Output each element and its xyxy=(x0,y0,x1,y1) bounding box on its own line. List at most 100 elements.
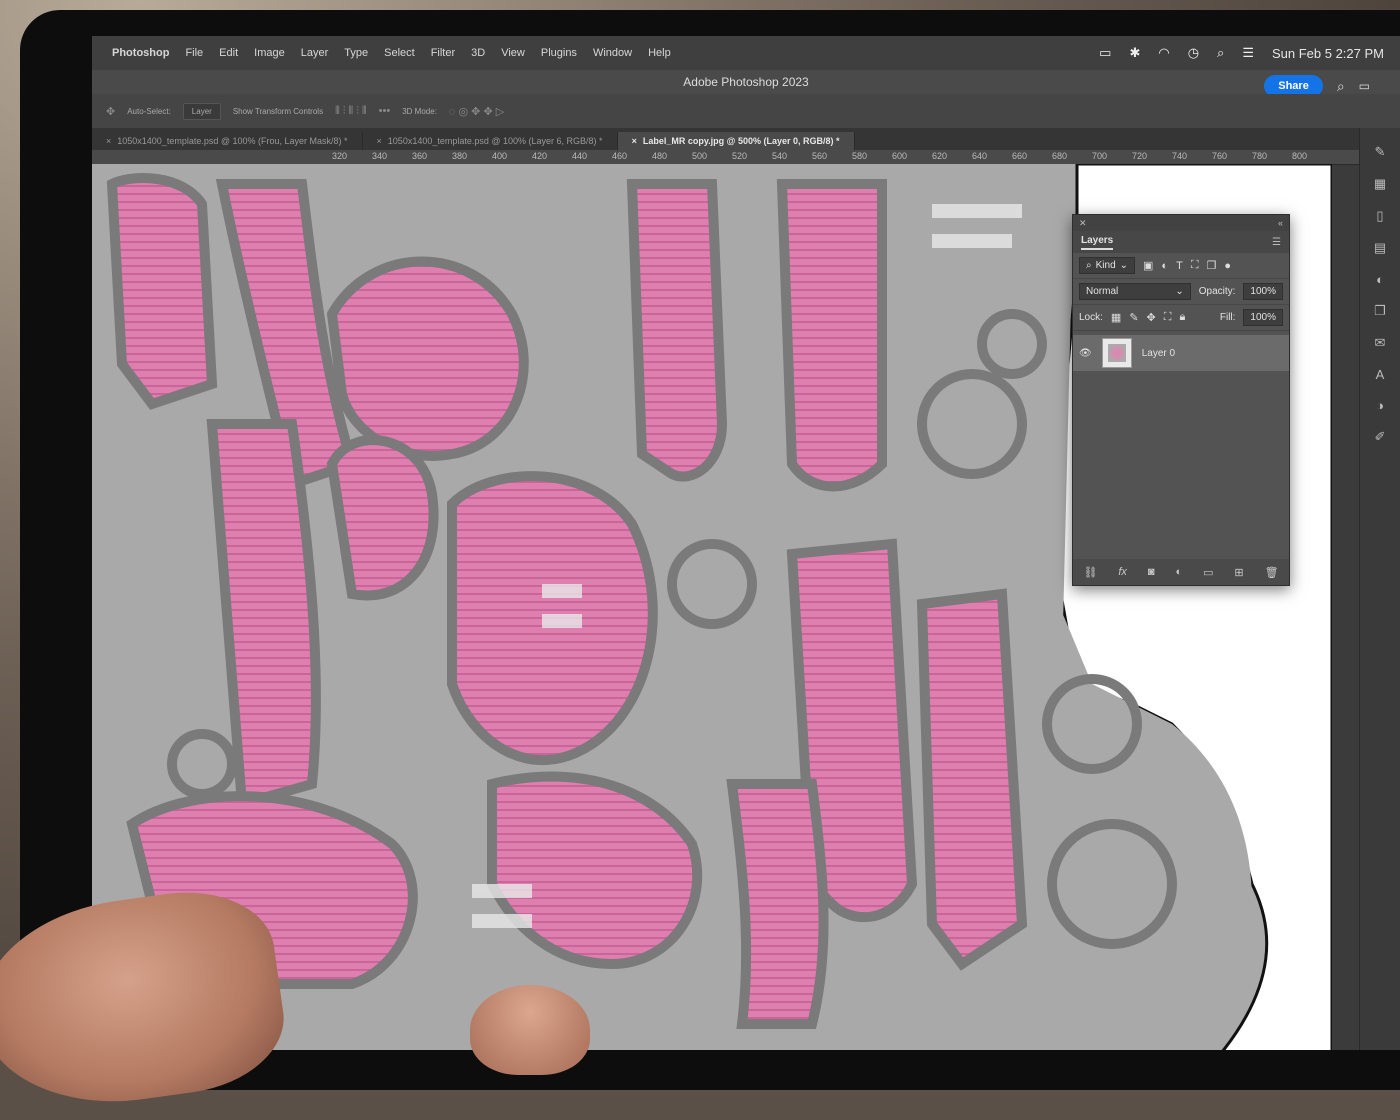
collapse-icon[interactable]: « xyxy=(1278,218,1283,228)
wifi-icon[interactable]: ◠ xyxy=(1158,45,1169,61)
menu-window[interactable]: Window xyxy=(593,47,632,59)
transform-controls-toggle[interactable]: Show Transform Controls xyxy=(233,107,323,116)
menu-layer[interactable]: Layer xyxy=(301,47,329,59)
shape-filter-icon[interactable]: ⛶ xyxy=(1191,259,1199,272)
fx-icon[interactable]: fx xyxy=(1118,566,1127,578)
battery-icon[interactable]: ▭ xyxy=(1099,45,1111,61)
close-icon[interactable]: × xyxy=(377,136,382,146)
page-icon[interactable]: ▯ xyxy=(1360,208,1400,224)
letter-stroke xyxy=(106,173,218,410)
highlight xyxy=(932,204,1022,218)
move-tool-icon[interactable]: ✥ xyxy=(106,105,115,118)
brush-icon[interactable]: ✎ xyxy=(1360,144,1400,160)
opacity-label: Opacity: xyxy=(1198,286,1236,297)
layers-panel: ✕ « Layers ☰ ⌕ Kind ⌄ ▣ ◐ T ⛶ ❐ ● Normal ⌄ … xyxy=(1072,214,1290,586)
3d-tools-icons[interactable]: ◌ ◎ ✥ ✥ ▷ xyxy=(449,105,504,118)
ruler-tick-label: 600 xyxy=(892,151,908,161)
image-filter-icon[interactable]: ▣ xyxy=(1143,259,1153,272)
menu-type[interactable]: Type xyxy=(344,47,368,59)
control-center-icon[interactable]: ☰ xyxy=(1242,45,1254,61)
adjust-icon[interactable]: ◐ xyxy=(1360,272,1400,287)
3d-mode-label: 3D Mode: xyxy=(402,106,437,116)
menu-filter[interactable]: Filter xyxy=(431,47,455,59)
horizontal-ruler[interactable]: 320 340 360 380 400 420 440 460 480 500 520 540 560 5… xyxy=(92,150,1400,165)
panel-menu-icon[interactable]: ☰ xyxy=(1272,237,1281,248)
blend-mode-select[interactable]: Normal ⌄ xyxy=(1079,283,1191,300)
ruler-tick-label: 780 xyxy=(1252,151,1268,161)
ruler-tick-label: 440 xyxy=(572,151,588,161)
smart-filter-icon[interactable]: ❐ xyxy=(1207,259,1217,272)
trash-icon[interactable]: 🗑︎ xyxy=(1265,566,1279,579)
ruler-tick-label: 360 xyxy=(412,151,428,161)
lock-position-icon[interactable]: ✥ xyxy=(1147,311,1156,324)
more-icon[interactable]: ••• xyxy=(379,105,391,117)
adjustment-icon[interactable]: ◐ xyxy=(1175,566,1182,578)
color-icon[interactable]: ◑ xyxy=(1360,398,1400,413)
menu-help[interactable]: Help xyxy=(648,47,671,59)
close-icon[interactable]: × xyxy=(106,136,111,146)
lock-row: Lock: ▦ ✎ ✥ ⛶ 🔒︎ Fill: 100% xyxy=(1073,305,1289,331)
menu-3d[interactable]: 3D xyxy=(471,47,485,59)
blend-value: Normal xyxy=(1086,286,1119,297)
copy-icon[interactable]: ❐ xyxy=(1360,303,1400,319)
adjustment-filter-icon[interactable]: ◐ xyxy=(1161,260,1168,272)
menu-select[interactable]: Select xyxy=(384,47,415,59)
lock-artboard-icon[interactable]: ⛶ xyxy=(1164,311,1172,324)
tab-doc-3[interactable]: × Label_MR copy.jpg @ 500% (Layer 0, RGB/… xyxy=(617,132,855,150)
layers-tab[interactable]: Layers xyxy=(1081,235,1114,250)
laptop-screen: Photoshop File Edit Image Layer Type Sel… xyxy=(92,36,1400,1050)
ruler-tick-label: 420 xyxy=(532,151,548,161)
tab-label: 1050x1400_template.psd @ 100% (Layer 6, … xyxy=(387,136,603,146)
menu-plugins[interactable]: Plugins xyxy=(541,47,577,59)
menu-file[interactable]: File xyxy=(185,47,203,59)
highlight xyxy=(472,884,532,898)
search-icon: ⌕ xyxy=(1086,260,1092,271)
menu-items: Photoshop File Edit Image Layer Type Sel… xyxy=(92,47,671,59)
fill-input[interactable]: 100% xyxy=(1243,309,1283,326)
tab-label: Label_MR copy.jpg @ 500% (Layer 0, RGB/8… xyxy=(642,136,840,146)
menubar-datetime[interactable]: Sun Feb 5 2:27 PM xyxy=(1272,46,1384,61)
highlight xyxy=(932,234,1012,248)
close-icon[interactable]: × xyxy=(632,136,637,146)
visibility-eye-icon[interactable]: 👁︎ xyxy=(1079,348,1092,359)
folder-icon[interactable]: ▭ xyxy=(1203,566,1213,579)
layer-thumbnail xyxy=(1101,338,1132,368)
new-layer-icon[interactable]: ⊞ xyxy=(1234,566,1243,579)
ruler-tick-label: 680 xyxy=(1052,151,1068,161)
target-select[interactable]: Layer xyxy=(182,102,221,120)
highlight xyxy=(472,914,532,928)
type-filter-icon[interactable]: T xyxy=(1176,260,1183,272)
ruler-tick-label: 560 xyxy=(812,151,828,161)
comment-icon[interactable]: ✉ xyxy=(1360,335,1400,351)
ruler-tick-label: 760 xyxy=(1212,151,1228,161)
filter-toggle-icon[interactable]: ● xyxy=(1224,260,1231,272)
letter-stroke xyxy=(776,179,887,492)
auto-select-label[interactable]: Auto-Select: xyxy=(127,107,171,116)
letter-u xyxy=(726,779,829,1029)
highlight xyxy=(542,584,582,598)
align-icons[interactable]: ⫴ ⫶ ⫴ ⫶ ⫴ xyxy=(335,105,367,118)
table-icon[interactable]: ▤ xyxy=(1360,240,1400,256)
path-icon[interactable]: ✐ xyxy=(1360,429,1400,445)
layer-row[interactable]: 👁︎ Layer 0 xyxy=(1073,335,1289,371)
lock-transparency-icon[interactable]: ▦ xyxy=(1111,311,1121,324)
menu-view[interactable]: View xyxy=(501,47,525,59)
mask-icon[interactable]: ◙ xyxy=(1148,566,1155,578)
menu-edit[interactable]: Edit xyxy=(219,47,238,59)
filter-kind-select[interactable]: ⌕ Kind ⌄ xyxy=(1079,257,1136,274)
menu-image[interactable]: Image xyxy=(254,47,285,59)
grid-icon[interactable]: ▦ xyxy=(1360,176,1400,192)
clock-icon[interactable]: ◷ xyxy=(1188,45,1199,61)
layer-name[interactable]: Layer 0 xyxy=(1142,348,1175,359)
search-icon[interactable]: ⌕ xyxy=(1217,45,1224,61)
bluetooth-icon[interactable]: ✱ xyxy=(1129,45,1140,61)
opacity-input[interactable]: 100% xyxy=(1243,283,1283,300)
link-icon[interactable]: ⛓ xyxy=(1083,566,1097,579)
tab-doc-2[interactable]: × 1050x1400_template.psd @ 100% (Layer 6,… xyxy=(363,132,618,150)
lock-paint-icon[interactable]: ✎ xyxy=(1129,311,1138,324)
tab-doc-1[interactable]: × 1050x1400_template.psd @ 100% (Frou, La… xyxy=(92,132,363,150)
menu-photoshop[interactable]: Photoshop xyxy=(112,47,169,59)
lock-all-icon[interactable]: 🔒︎ xyxy=(1179,311,1185,324)
close-icon[interactable]: ✕ xyxy=(1079,218,1087,229)
type-icon[interactable]: A xyxy=(1360,367,1400,382)
